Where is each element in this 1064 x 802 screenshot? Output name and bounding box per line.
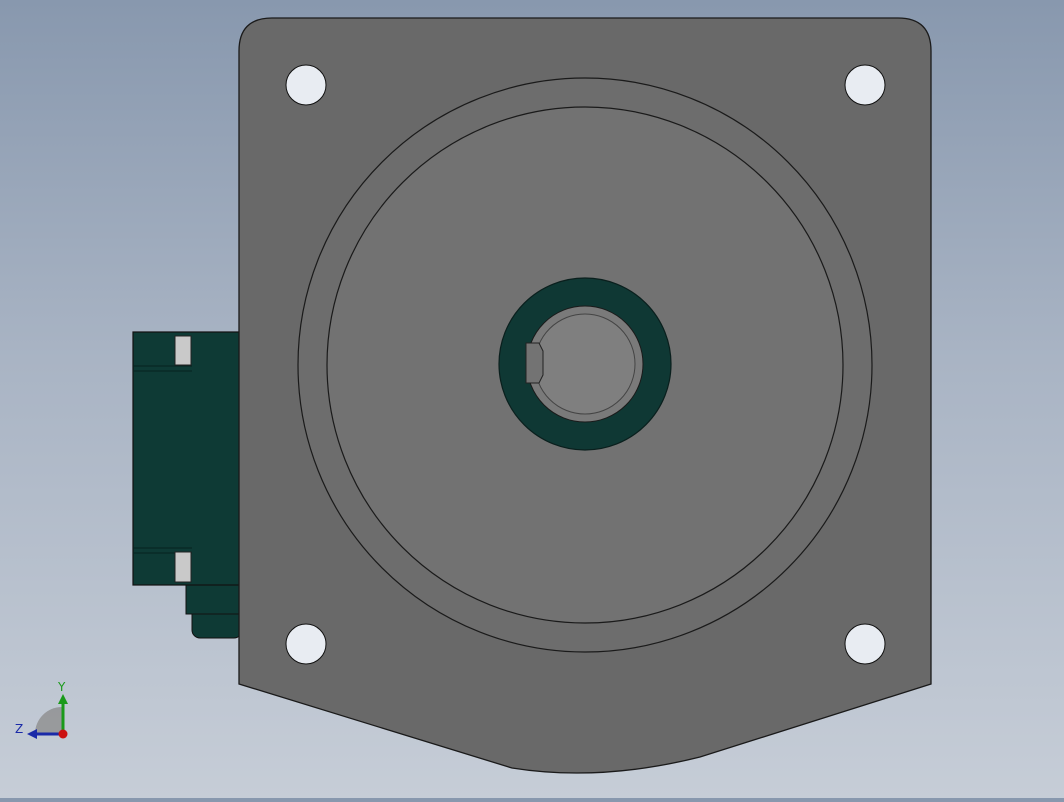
mounting-hole-bottom-right	[844, 623, 886, 665]
cad-viewport[interactable]: Y Z	[0, 0, 1064, 798]
x-axis-dot	[58, 729, 68, 739]
z-axis-label: Z	[15, 722, 23, 736]
y-axis-arrow	[58, 694, 68, 704]
mounting-hole-bottom-left	[285, 623, 327, 665]
side-connector[interactable]	[132, 331, 244, 639]
model-canvas[interactable]: Y Z	[0, 0, 1064, 798]
shaft-assembly[interactable]	[498, 277, 672, 451]
axis-triad: Y Z	[15, 680, 68, 739]
shaft-chamfer	[534, 313, 636, 415]
z-axis-arrow	[27, 729, 37, 739]
triad-arc	[35, 707, 62, 734]
mounting-hole-top-right	[844, 64, 886, 106]
y-axis-label: Y	[57, 680, 66, 694]
connector-latch-top	[174, 335, 192, 366]
connector-base	[185, 581, 243, 615]
mounting-hole-top-left	[285, 64, 327, 106]
connector-body	[132, 331, 244, 586]
shaft-keyway	[525, 342, 544, 384]
connector-latch-bottom	[174, 551, 192, 583]
